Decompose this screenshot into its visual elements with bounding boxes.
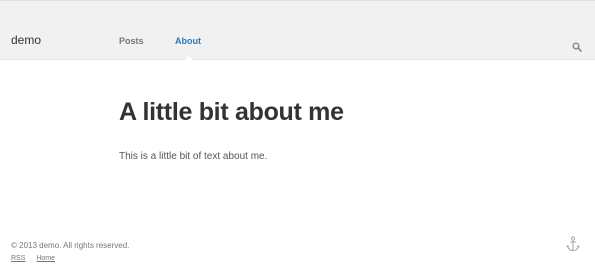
site-header: demo Posts About (0, 0, 595, 61)
active-nav-pointer (184, 56, 194, 61)
footer-copyright: © 2013 demo. All rights reserved. (11, 241, 130, 250)
site-name-link[interactable]: demo (11, 33, 41, 47)
search-icon[interactable] (572, 39, 582, 52)
page-title: A little bit about me (119, 98, 344, 126)
footer-links: RSS Home (11, 255, 64, 262)
footer-link-rss[interactable]: RSS (11, 255, 25, 262)
page-body-text: This is a little bit of text about me. (119, 151, 268, 162)
anchor-icon[interactable] (566, 236, 580, 252)
nav-posts-link[interactable]: Posts (119, 36, 144, 46)
footer-link-home[interactable]: Home (36, 255, 55, 262)
nav-about-link[interactable]: About (175, 36, 201, 46)
